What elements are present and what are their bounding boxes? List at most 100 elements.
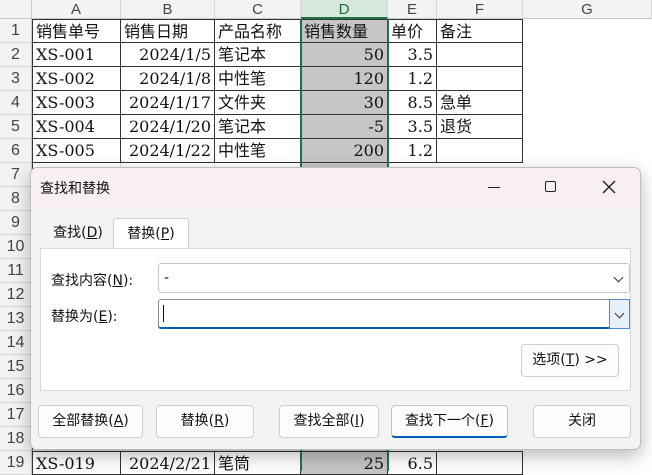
column-header-f[interactable]: F bbox=[437, 0, 523, 19]
replace-button[interactable]: 替换(R) bbox=[156, 405, 254, 438]
table-cell[interactable] bbox=[437, 139, 523, 163]
maximize-button[interactable] bbox=[529, 172, 573, 202]
table-cell[interactable]: -5 bbox=[301, 115, 388, 139]
select-all-corner[interactable] bbox=[0, 0, 32, 19]
table-cell[interactable]: 3.5 bbox=[388, 115, 437, 139]
table-cell[interactable] bbox=[437, 43, 523, 67]
table-cell[interactable]: 3.5 bbox=[388, 43, 437, 67]
table-header-cell[interactable]: 备注 bbox=[437, 19, 523, 43]
row-header[interactable]: 1 bbox=[0, 19, 32, 43]
row-header[interactable]: 18 bbox=[0, 427, 32, 451]
find-label-text: 查找内容( bbox=[51, 273, 113, 289]
table-cell[interactable]: 25 bbox=[301, 451, 388, 475]
column-header-c[interactable]: C bbox=[215, 0, 301, 19]
find-what-input[interactable]: - bbox=[158, 263, 630, 293]
replace-key: R bbox=[214, 413, 224, 429]
table-cell[interactable]: 200 bbox=[301, 139, 388, 163]
table-cell[interactable] bbox=[437, 67, 523, 91]
table-cell[interactable]: 30 bbox=[301, 91, 388, 115]
table-cell[interactable] bbox=[437, 451, 523, 475]
table-cell[interactable]: 1.2 bbox=[388, 139, 437, 163]
table-cell[interactable]: 中性笔 bbox=[215, 67, 301, 91]
table-header-cell[interactable]: 产品名称 bbox=[215, 19, 301, 43]
row-header[interactable]: 5 bbox=[0, 115, 32, 139]
table-cell[interactable]: 50 bbox=[301, 43, 388, 67]
row-header[interactable]: 7 bbox=[0, 163, 32, 187]
tab-replace-key: P bbox=[160, 226, 170, 242]
find-next-button[interactable]: 查找下一个(F) bbox=[391, 405, 508, 438]
replace-label: 替换( bbox=[180, 413, 215, 429]
table-cell[interactable]: 2024/1/5 bbox=[121, 43, 215, 67]
close-window-button[interactable] bbox=[587, 172, 631, 202]
row-header[interactable]: 9 bbox=[0, 211, 32, 235]
table-cell[interactable]: 1.2 bbox=[388, 67, 437, 91]
find-history-dropdown[interactable] bbox=[609, 264, 629, 292]
column-header-g[interactable]: G bbox=[523, 0, 652, 19]
row-header[interactable]: 11 bbox=[0, 259, 32, 283]
table-cell[interactable]: 退货 bbox=[437, 115, 523, 139]
close-button[interactable]: 关闭 bbox=[533, 405, 631, 438]
chevron-down-icon bbox=[613, 272, 624, 283]
table-cell[interactable]: 2024/2/21 bbox=[121, 451, 215, 475]
table-header-cell[interactable]: 销售日期 bbox=[121, 19, 215, 43]
row-header[interactable]: 8 bbox=[0, 187, 32, 211]
column-header-a[interactable]: A bbox=[32, 0, 121, 19]
column-header-b[interactable]: B bbox=[121, 0, 215, 19]
replace-with-label: 替换为(E): bbox=[51, 306, 118, 326]
replace-all-button[interactable]: 全部替换(A) bbox=[38, 405, 143, 438]
table-cell[interactable]: XS-001 bbox=[32, 43, 121, 67]
table-cell[interactable]: 120 bbox=[301, 67, 388, 91]
minimize-button[interactable] bbox=[472, 172, 516, 202]
column-header-e[interactable]: E bbox=[388, 0, 437, 19]
row-header[interactable]: 14 bbox=[0, 331, 32, 355]
close-icon bbox=[602, 180, 616, 194]
table-cell[interactable]: XS-019 bbox=[32, 451, 121, 475]
find-label-end: ): bbox=[122, 273, 134, 289]
table-cell[interactable]: 6.5 bbox=[388, 451, 437, 475]
row-header[interactable]: 12 bbox=[0, 283, 32, 307]
find-all-button[interactable]: 查找全部(I) bbox=[279, 405, 379, 438]
row-header[interactable]: 6 bbox=[0, 139, 32, 163]
row-header[interactable]: 4 bbox=[0, 91, 32, 115]
row-header[interactable]: 10 bbox=[0, 235, 32, 259]
row-header[interactable]: 19 bbox=[0, 451, 32, 475]
replace-with-input[interactable] bbox=[158, 299, 630, 329]
chevron-down-icon bbox=[614, 308, 625, 319]
replace-history-dropdown[interactable] bbox=[609, 299, 630, 329]
row-header[interactable]: 2 bbox=[0, 43, 32, 67]
table-cell[interactable]: 8.5 bbox=[388, 91, 437, 115]
table-header-cell[interactable]: 销售单号 bbox=[32, 19, 121, 43]
row-header[interactable]: 13 bbox=[0, 307, 32, 331]
table-cell[interactable]: 2024/1/22 bbox=[121, 139, 215, 163]
table-cell[interactable]: XS-003 bbox=[32, 91, 121, 115]
table-cell[interactable]: 文件夹 bbox=[215, 91, 301, 115]
table-cell[interactable]: XS-002 bbox=[32, 67, 121, 91]
table-header-cell[interactable]: 销售数量 bbox=[301, 19, 388, 43]
table-cell[interactable]: 中性笔 bbox=[215, 139, 301, 163]
tab-replace[interactable]: 替换(P) bbox=[113, 218, 189, 250]
column-header-d[interactable]: D bbox=[301, 0, 388, 19]
table-cell[interactable]: 笔记本 bbox=[215, 43, 301, 67]
row-header[interactable]: 15 bbox=[0, 355, 32, 379]
table-cell[interactable]: 2024/1/17 bbox=[121, 91, 215, 115]
table-cell[interactable]: 笔筒 bbox=[215, 451, 301, 475]
row-header[interactable]: 17 bbox=[0, 403, 32, 427]
table-header-cell[interactable]: 单价 bbox=[388, 19, 437, 43]
replace-all-label: 全部替换( bbox=[52, 413, 114, 429]
replace-label-text: 替换为( bbox=[51, 309, 99, 325]
row-header[interactable]: 3 bbox=[0, 67, 32, 91]
find-what-value: - bbox=[164, 270, 170, 286]
row-header[interactable]: 16 bbox=[0, 379, 32, 403]
tab-replace-label: 替换( bbox=[127, 226, 161, 242]
table-cell[interactable]: 急单 bbox=[437, 91, 523, 115]
table-cell[interactable]: 笔记本 bbox=[215, 115, 301, 139]
table-cell[interactable]: 2024/1/8 bbox=[121, 67, 215, 91]
table-cell[interactable]: 2024/1/20 bbox=[121, 115, 215, 139]
table-cell[interactable]: XS-004 bbox=[32, 115, 121, 139]
find-label-key: N bbox=[112, 273, 123, 289]
tab-find[interactable]: 查找(D) bbox=[43, 218, 113, 248]
minimize-icon bbox=[488, 187, 500, 188]
table-cell[interactable]: XS-005 bbox=[32, 139, 121, 163]
dialog-titlebar[interactable]: 查找和替换 bbox=[31, 168, 640, 206]
options-button[interactable]: 选项(T) >> bbox=[521, 344, 619, 377]
